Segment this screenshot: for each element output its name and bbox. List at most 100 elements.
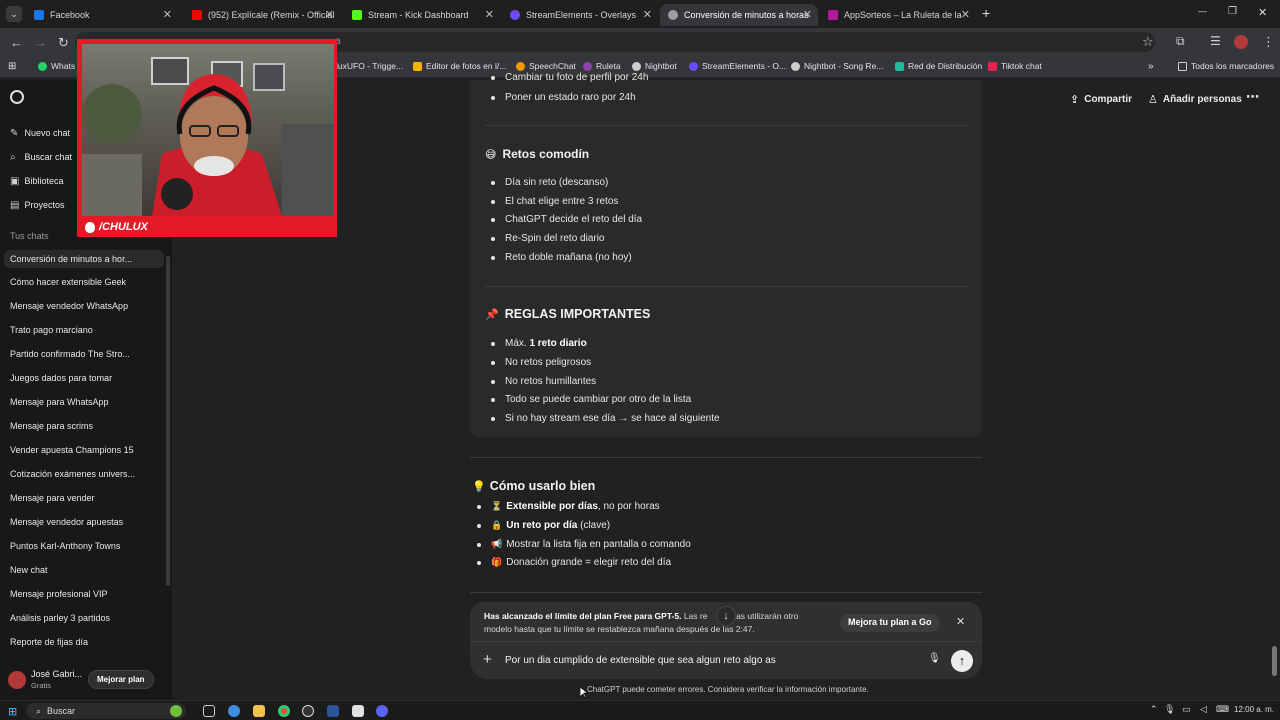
close-icon[interactable]: ✕ <box>163 8 172 21</box>
list-item: Poner un estado raro por 24h <box>491 92 636 103</box>
copilot-icon[interactable] <box>228 705 240 717</box>
close-icon[interactable]: ✕ <box>325 8 334 21</box>
chat-item[interactable]: Mensaje para WhatsApp <box>10 397 109 407</box>
main-scrollbar[interactable] <box>1272 646 1277 676</box>
list-item: Máx. 1 reto diario <box>491 338 587 349</box>
widgets-icon[interactable] <box>170 705 182 717</box>
sidebar-item-library[interactable]: ▣ Biblioteca <box>10 176 64 187</box>
close-icon[interactable]: ✕ <box>956 615 965 628</box>
speechchat-icon <box>516 61 525 71</box>
chat-item[interactable]: Puntos Karl-Anthony Towns <box>10 541 120 551</box>
list-item: ChatGPT decide el reto del día <box>490 214 643 225</box>
share-button[interactable]: ⇪ Compartir <box>1070 93 1132 106</box>
chat-item[interactable]: Reporte de fijas día <box>10 637 88 647</box>
chat-item[interactable]: New chat <box>10 565 48 575</box>
chrome-icon[interactable] <box>278 705 290 717</box>
send-button[interactable]: ↑ <box>951 650 973 672</box>
new-tab-button[interactable]: + <box>982 5 990 21</box>
divider <box>470 592 982 593</box>
microphone-icon[interactable]: 🎙 <box>928 653 941 664</box>
tab-kick[interactable]: Stream - Kick Dashboard ✕ <box>344 4 500 26</box>
pencil-icon: ✎ <box>10 128 19 139</box>
file-explorer-icon[interactable] <box>253 705 265 717</box>
bookmark-streamelements[interactable]: StreamElements - O... <box>689 61 786 71</box>
chat-item[interactable]: Mensaje para scrims <box>10 421 93 431</box>
tab-chatgpt-active[interactable]: Conversión de minutos a horas ✕ <box>660 4 818 26</box>
scroll-down-arrow-icon[interactable]: ↓ <box>716 606 736 626</box>
windows-start-icon[interactable]: ⊞ <box>8 705 17 718</box>
tab-search-button[interactable]: ⌄ <box>6 6 22 22</box>
network-icon[interactable]: ▭ <box>1182 704 1191 715</box>
bookmark-nightbot[interactable]: Nightbot <box>632 61 677 71</box>
upgrade-to-go-button[interactable]: Mejora tu plan a Go <box>840 614 940 632</box>
plus-icon[interactable]: + <box>483 651 492 668</box>
chatgpt-logo-icon[interactable] <box>10 90 24 104</box>
more-options-icon[interactable]: ⋯ <box>1246 89 1259 105</box>
chat-item[interactable]: Juegos dados para tomar <box>10 373 112 383</box>
chat-item[interactable]: Mensaje vendedor apuestas <box>10 517 123 527</box>
microphone-icon[interactable]: 🎙 <box>1164 704 1175 715</box>
bookmark-nightbot-song[interactable]: Nightbot - Song Re... <box>791 61 883 71</box>
apps-grid-icon[interactable]: ⊞ <box>8 61 16 72</box>
tab-title: StreamElements - Overlays <box>526 10 637 20</box>
gift-icon: 🎁 <box>491 557 503 567</box>
discord-icon[interactable] <box>376 705 388 717</box>
chat-item[interactable]: Mensaje profesional VIP <box>10 589 108 599</box>
chat-item[interactable]: Cotización exámenes univers... <box>10 469 135 479</box>
task-view-icon[interactable] <box>203 705 215 717</box>
bookmark-tiktok-chat[interactable]: Tiktok chat <box>988 61 1042 71</box>
tab-facebook[interactable]: Facebook ✕ <box>26 4 178 26</box>
bookmark-star-icon[interactable]: ☆ <box>1142 34 1154 50</box>
close-icon[interactable]: ✕ <box>961 8 970 21</box>
sidebar-item-projects[interactable]: ▤ Proyectos <box>10 200 65 211</box>
bookmark-whatsapp[interactable]: Whats <box>38 61 75 71</box>
profile-avatar[interactable] <box>1234 35 1248 49</box>
bookmark-speechchat[interactable]: SpeechChat <box>516 61 576 71</box>
extensions-icon[interactable]: ⧉ <box>1176 34 1185 49</box>
chat-item[interactable]: Trato pago marciano <box>10 325 93 335</box>
appsorteos-icon <box>828 10 838 20</box>
tab-appsorteos[interactable]: AppSorteos – La Ruleta de la Su ✕ <box>820 4 976 26</box>
close-icon[interactable]: ✕ <box>803 8 812 21</box>
restore-button[interactable]: ❐ <box>1228 6 1237 17</box>
app-icon[interactable] <box>352 705 364 717</box>
tab-streamelements[interactable]: StreamElements - Overlays ✕ <box>502 4 658 26</box>
tab-youtube[interactable]: (952) Explícale (Remix - Official ✕ <box>184 4 340 26</box>
chat-item[interactable]: Cómo hacer extensible Geek <box>10 277 126 287</box>
word-icon[interactable] <box>327 705 339 717</box>
bookmark-ruleta[interactable]: Ruleta <box>583 61 621 71</box>
chat-item[interactable]: Mensaje vendedor WhatsApp <box>10 301 128 311</box>
menu-kebab-icon[interactable]: ⋮ <box>1262 34 1275 50</box>
bookmark-red-distribucion[interactable]: Red de Distribución <box>895 61 982 71</box>
sidebar-scrollbar[interactable] <box>166 256 170 586</box>
close-icon[interactable]: ✕ <box>643 8 652 21</box>
bookmark-luxufo[interactable]: luxUFO - Trigge... <box>336 61 403 71</box>
bookmark-photo-editor[interactable]: Editor de fotos en l/... <box>413 61 506 71</box>
chat-item[interactable]: Vender apuesta Champions 15 <box>10 445 134 455</box>
forward-arrow-icon[interactable]: → <box>34 35 47 50</box>
volume-icon[interactable]: ◁ <box>1200 704 1207 715</box>
obs-icon[interactable] <box>302 705 314 717</box>
chat-item[interactable]: Partido confirmado The Stro... <box>10 349 130 359</box>
tray-overflow-icon[interactable]: ⌃ <box>1150 704 1158 715</box>
sidebar-item-search-chat[interactable]: ⌕ Buscar chat <box>10 152 72 163</box>
chat-item[interactable]: Análisis parley 3 partidos <box>10 613 110 623</box>
all-bookmarks[interactable]: Todos los marcadores <box>1178 61 1274 71</box>
taskbar-search[interactable]: ⌕ Buscar <box>26 703 186 719</box>
minimize-button[interactable]: — <box>1198 6 1207 16</box>
close-window-button[interactable]: ✕ <box>1258 6 1267 19</box>
language-icon[interactable]: ⌨ <box>1216 704 1229 715</box>
library-icon: ▣ <box>10 176 20 187</box>
chat-item-active[interactable]: Conversión de minutos a hor... <box>4 250 164 268</box>
clock[interactable]: 12:00 a. m. <box>1234 705 1274 714</box>
sidebar-item-new-chat[interactable]: ✎ Nuevo chat <box>10 128 70 139</box>
bookmarks-overflow-icon[interactable]: » <box>1148 61 1154 72</box>
upgrade-plan-button[interactable]: Mejorar plan <box>88 670 154 689</box>
reload-icon[interactable]: ↻ <box>58 35 69 51</box>
chat-item[interactable]: Mensaje para vender <box>10 493 95 503</box>
add-people-button[interactable]: ♙ Añadir personas <box>1148 93 1242 106</box>
media-controls-icon[interactable]: ☰ <box>1210 34 1221 48</box>
prompt-input[interactable]: Por un dia cumplido de extensible que se… <box>505 655 905 666</box>
close-icon[interactable]: ✕ <box>485 8 494 21</box>
back-arrow-icon[interactable]: ← <box>10 35 23 50</box>
